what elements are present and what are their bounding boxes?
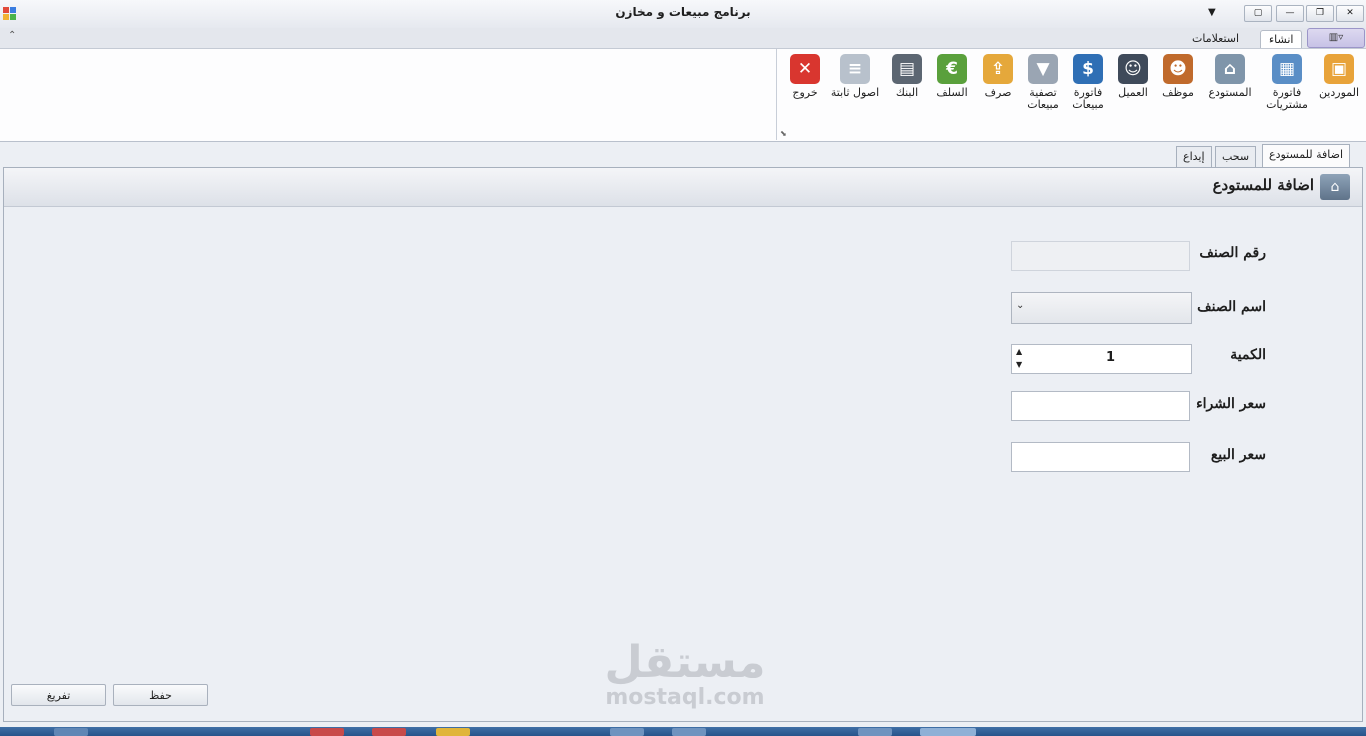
focus-mode-button[interactable]: ▢ [1244, 5, 1272, 22]
document-icon: ≡ [840, 54, 870, 84]
item-name-label: اسم الصنف [1197, 299, 1266, 315]
bank-label: البنك [895, 86, 919, 99]
bank-button[interactable]: ▤ البنك [881, 54, 933, 99]
customer-button[interactable]: ☺ العميل [1107, 54, 1159, 99]
warehouse-label: المستودع [1208, 86, 1252, 99]
disburse-label: صرف [984, 86, 1012, 99]
disburse-button[interactable]: ⇪ صرف [972, 54, 1024, 99]
taskbar-item[interactable] [858, 728, 892, 736]
close-button[interactable]: ✕ [1336, 5, 1364, 22]
taskbar-item[interactable] [54, 728, 88, 736]
suppliers-label: الموردين [1318, 86, 1360, 99]
warehouse-button[interactable]: ⌂ المستودع [1204, 54, 1256, 99]
purchase-price-label: سعر الشراء [1196, 396, 1266, 412]
safe-icon: ▤ [892, 54, 922, 84]
warehouse-icon: ⌂ [1215, 54, 1245, 84]
coins-icon: € [937, 54, 967, 84]
advances-label: السلف [936, 86, 968, 99]
customer-label: العميل [1118, 86, 1148, 99]
tab-withdraw[interactable]: سحب [1215, 146, 1257, 167]
employee-icon: ☻ [1163, 54, 1193, 84]
tab-deposit[interactable]: إيداع [1176, 146, 1212, 167]
app-menu-button[interactable]: ▥▿ [1307, 28, 1365, 48]
price-tag-icon: $ [1073, 54, 1103, 84]
sales-invoice-label: فاتورة مبيعات [1072, 86, 1104, 111]
item-name-select[interactable]: ⌄ [1011, 292, 1192, 324]
purchase-invoice-button[interactable]: ▦ فاتورة مشتريات [1261, 54, 1313, 111]
ribbon-tabstrip: ⌃ استعلامات انشاء [0, 28, 1366, 49]
outbox-icon: ⇪ [983, 54, 1013, 84]
quick-access-dropdown-icon[interactable]: ▼ [1208, 7, 1216, 18]
clear-button[interactable]: تفريغ [11, 684, 106, 706]
taskbar-item[interactable] [372, 728, 406, 736]
document-tabs: اضافة للمستودع سحب إيداع [0, 144, 1366, 168]
advances-button[interactable]: € السلف [926, 54, 978, 99]
sales-filter-button[interactable]: ▼ تصفية مبيعات [1017, 54, 1069, 111]
calculator-icon: ▦ [1272, 54, 1302, 84]
exit-label: خروج [792, 86, 818, 99]
panel-header: ⌂ اضافة للمستودع [4, 168, 1362, 207]
title-bar: برنامج مبيعات و مخازن ▼ ▢ — ❐ ✕ [0, 0, 1366, 28]
taskbar-item[interactable] [436, 728, 470, 736]
quantity-value[interactable]: 1 [1012, 350, 1209, 365]
taskbar [0, 727, 1366, 736]
item-number-label: رقم الصنف [1199, 245, 1266, 261]
taskbar-item[interactable] [610, 728, 644, 736]
warehouse-icon: ⌂ [1320, 174, 1350, 200]
collapse-ribbon-icon[interactable]: ⌃ [8, 30, 16, 41]
exit-icon: ✕ [790, 54, 820, 84]
screen-icon: ▢ [1253, 8, 1263, 18]
sales-invoice-button[interactable]: $ فاتورة مبيعات [1062, 54, 1114, 111]
chevron-down-icon[interactable]: ⌄ [1016, 300, 1024, 311]
sale-price-field[interactable] [1011, 442, 1190, 472]
restore-button[interactable]: ❐ [1306, 5, 1334, 22]
tab-create[interactable]: انشاء [1260, 30, 1303, 49]
fixed-assets-button[interactable]: ≡ اصول ثابتة [829, 54, 881, 99]
customer-icon: ☺ [1118, 54, 1148, 84]
group-launcher-icon[interactable]: ⬊ [780, 129, 787, 138]
filter-icon: ▼ [1028, 54, 1058, 84]
save-button[interactable]: حفظ [113, 684, 208, 706]
fixed-assets-label: اصول ثابتة [830, 86, 880, 99]
employee-button[interactable]: ☻ موظف [1152, 54, 1204, 99]
window-title: برنامج مبيعات و مخازن [615, 5, 751, 19]
tab-add-to-warehouse[interactable]: اضافة للمستودع [1262, 144, 1351, 167]
ribbon-group-create: ⬊ ▣ الموردين ▦ فاتورة مشتريات ⌂ المستودع… [776, 49, 1366, 140]
sales-filter-label: تصفية مبيعات [1027, 86, 1059, 111]
minimize-button[interactable]: — [1276, 5, 1304, 22]
suppliers-button[interactable]: ▣ الموردين [1313, 54, 1365, 99]
tab-queries[interactable]: استعلامات [1184, 30, 1247, 48]
taskbar-item[interactable] [310, 728, 344, 736]
page-title: اضافة للمستودع [1212, 176, 1314, 194]
ribbon: ⬊ ▣ الموردين ▦ فاتورة مشتريات ⌂ المستودع… [0, 48, 1366, 142]
purchase-price-field[interactable] [1011, 391, 1190, 421]
quantity-label: الكمية [1230, 347, 1266, 363]
quantity-stepper[interactable]: ▲ ▼ 1 [1011, 344, 1192, 374]
item-number-field[interactable] [1011, 241, 1190, 271]
exit-button[interactable]: ✕ خروج [779, 54, 831, 99]
purchase-invoice-label: فاتورة مشتريات [1266, 86, 1308, 111]
taskbar-item-active[interactable] [920, 728, 976, 736]
employee-label: موظف [1162, 86, 1194, 99]
taskbar-item[interactable] [672, 728, 706, 736]
box-icon: ▣ [1324, 54, 1354, 84]
sale-price-label: سعر البيع [1210, 447, 1266, 463]
